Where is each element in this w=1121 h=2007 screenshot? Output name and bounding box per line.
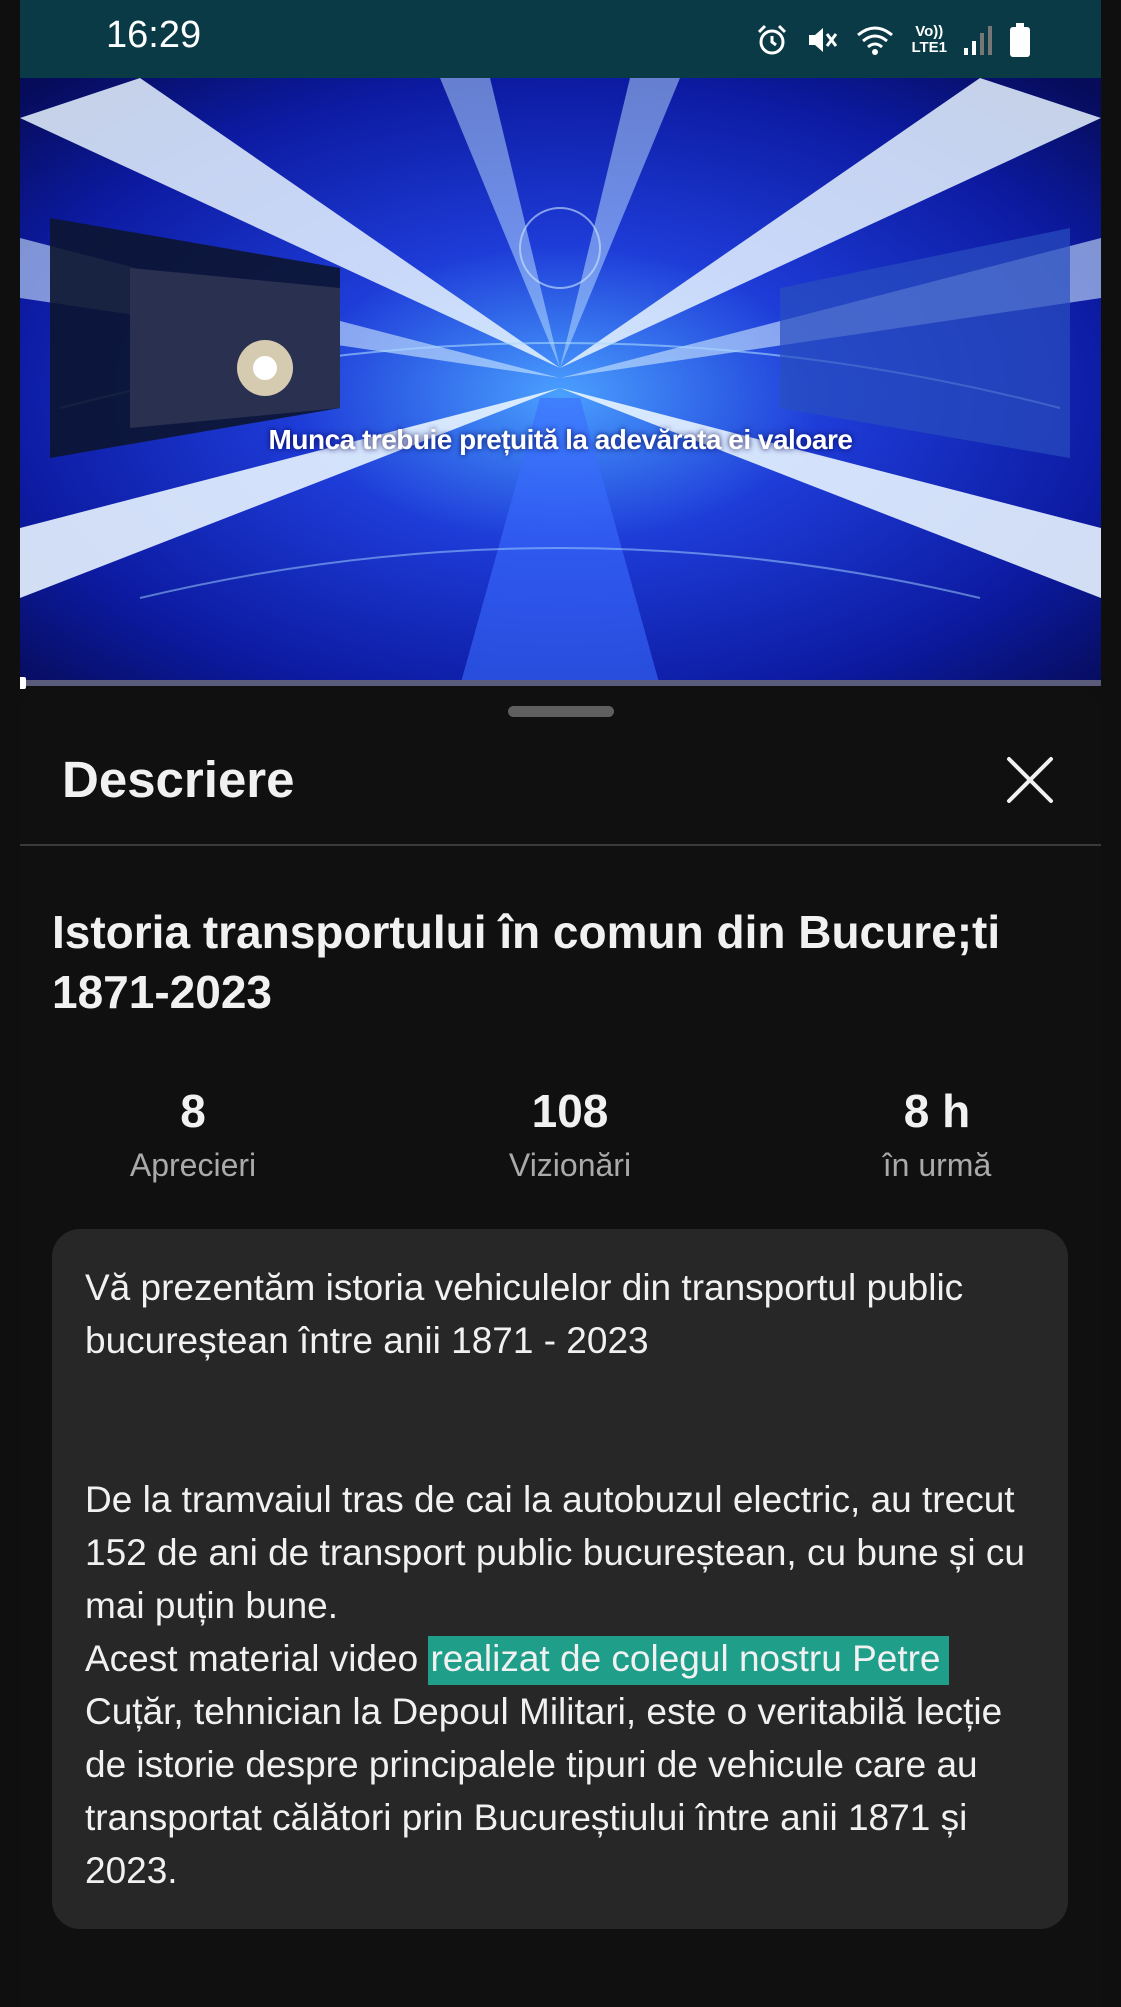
selected-text-highlight[interactable]: realizat de colegul nostru Petre (428, 1636, 949, 1685)
stats-row: 8 Aprecieri 108 Vizionări 8 h în urmă (20, 1083, 1101, 1193)
description-paragraph: Acest material video realizat de colegul… (85, 1632, 1045, 1897)
stat-likes: 8 Aprecieri (43, 1083, 343, 1185)
close-button[interactable] (1004, 754, 1056, 806)
likes-label: Aprecieri (129, 1147, 257, 1183)
screen: 16:29 (0, 0, 1121, 2007)
video-frame (20, 78, 1101, 686)
description-box: Vă prezentăm istoria vehiculelor din tra… (52, 1229, 1068, 1929)
likes-count: 8 (180, 1085, 206, 1137)
status-bar-overlay: 16:29 Vo)) LTE1 (20, 0, 1101, 78)
description-paragraph: De la tramvaiul tras de cai la autobuzul… (85, 1479, 1026, 1626)
divider (20, 844, 1101, 846)
status-icons: Vo)) LTE1 (755, 18, 1031, 62)
stat-published: 8 h în urmă (787, 1083, 1087, 1185)
left-edge (0, 0, 20, 2007)
mute-icon (805, 23, 839, 57)
alarm-icon (755, 23, 789, 57)
description-sheet: Descriere Istoria transportului în comun… (20, 688, 1101, 2007)
published-ago-label: în urmă (882, 1147, 992, 1183)
drag-handle[interactable] (508, 706, 614, 717)
status-time: 16:29 (106, 14, 202, 56)
video-title: Istoria transportului în comun din Bucur… (52, 906, 1001, 1018)
right-edge (1101, 0, 1121, 2007)
battery-icon (1009, 22, 1031, 58)
description-paragraph: Vă prezentăm istoria vehiculelor din tra… (85, 1267, 964, 1361)
wifi-icon (855, 23, 895, 57)
description-text: Vă prezentăm istoria vehiculelor din tra… (85, 1261, 1045, 1897)
close-icon (1007, 757, 1053, 803)
sheet-title: Descriere (62, 751, 295, 808)
video-caption: Munca trebuie prețuită la adevărata ei v… (268, 424, 853, 455)
stat-views: 108 Vizionări (420, 1083, 720, 1185)
views-label: Vizionări (508, 1147, 632, 1183)
description-text-span: Acest material video (85, 1638, 429, 1679)
video-progress-track[interactable] (20, 680, 1101, 686)
views-count: 108 (531, 1085, 609, 1137)
network-type-label: Vo)) LTE1 (911, 23, 947, 56)
published-ago-value: 8 h (903, 1085, 971, 1137)
video-player[interactable]: Munca trebuie prețuită la adevărata ei v… (20, 78, 1101, 686)
signal-icon (963, 24, 993, 56)
description-text-span: Cuțăr, tehnician la Depoul Militari, est… (85, 1691, 1003, 1891)
